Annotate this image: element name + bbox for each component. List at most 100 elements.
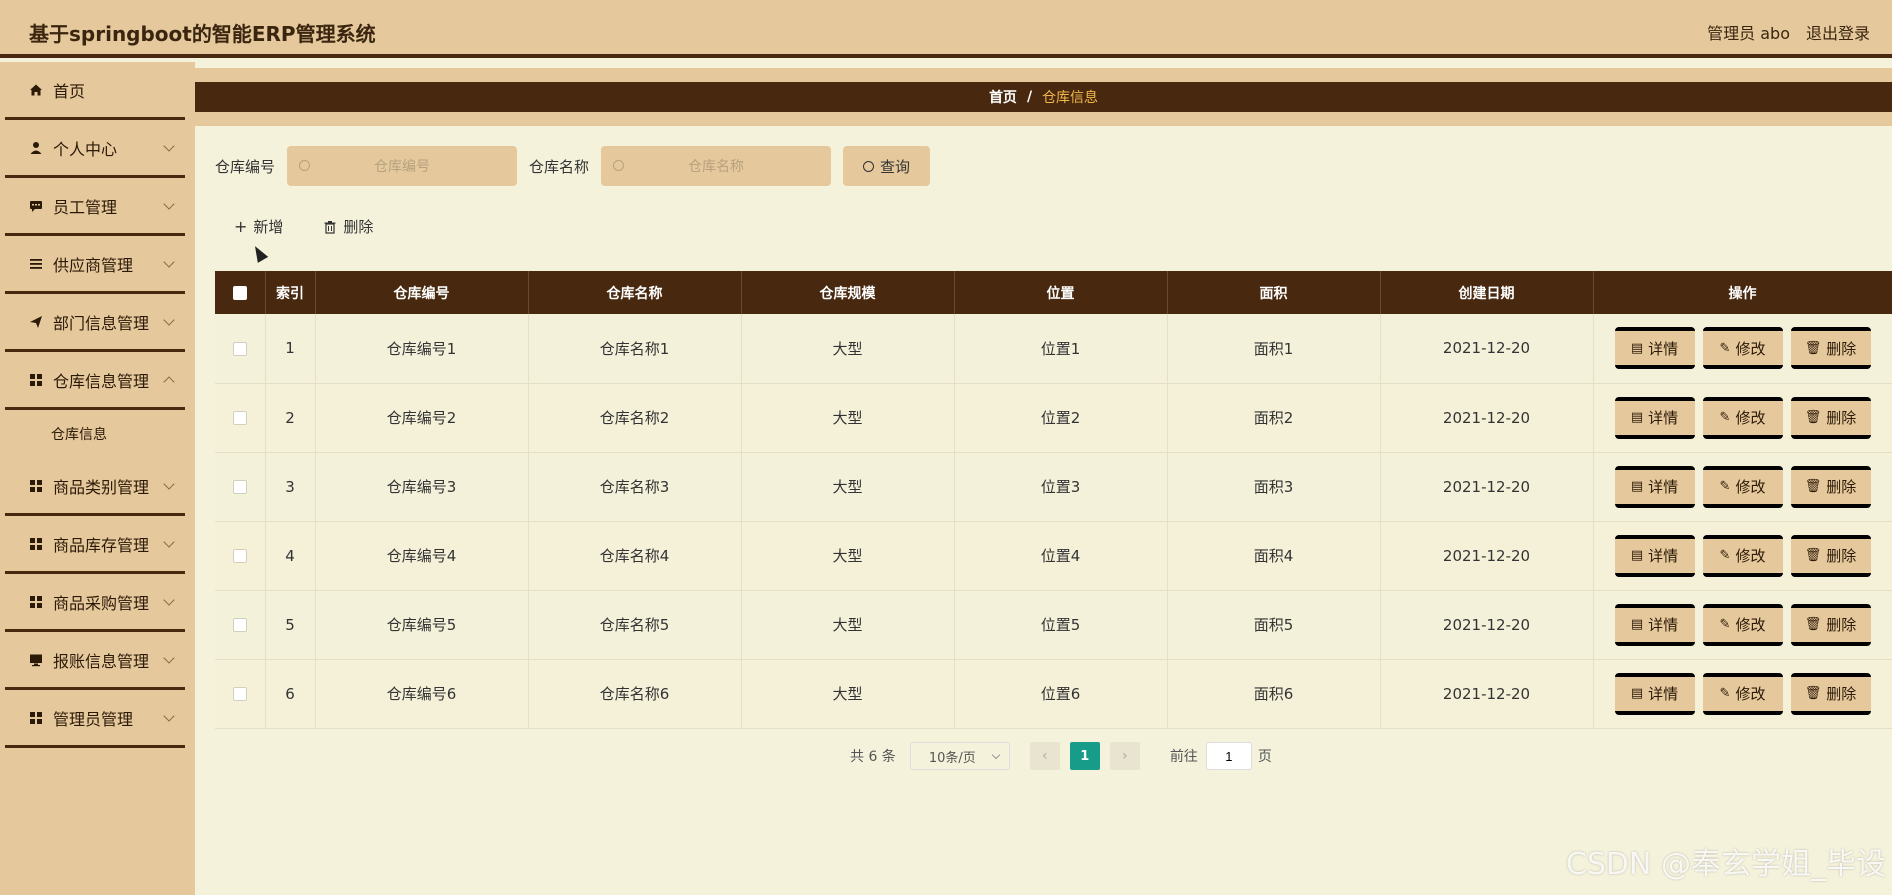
edit-button[interactable]: ✎ 修改 [1702, 465, 1783, 508]
table-cell-name: 仓库名称4 [528, 521, 742, 590]
breadcrumb-home[interactable]: 首页 [989, 87, 1017, 107]
select-all-cell[interactable] [215, 271, 266, 314]
sidebar-item-department[interactable]: 部门信息管理 [5, 294, 185, 352]
table-cell-scale: 大型 [741, 383, 955, 452]
chevron-down-icon [163, 536, 175, 548]
sidebar-item-label: 商品库存管理 [53, 535, 150, 555]
table-cell-area: 面积2 [1167, 383, 1381, 452]
delete-button[interactable]: 🗑 删除 [1790, 534, 1871, 577]
monitor-icon [30, 654, 42, 666]
warehouse-name-field[interactable] [601, 146, 832, 186]
sidebar-item-label: 管理员管理 [53, 709, 134, 729]
current-user: 管理员 abo [1707, 24, 1790, 43]
chevron-up-icon [163, 376, 175, 388]
edit-button-label: 修改 [1735, 478, 1766, 496]
prev-page-button[interactable]: ‹ [1029, 742, 1060, 770]
edit-button[interactable]: ✎ 修改 [1702, 396, 1783, 439]
detail-button[interactable]: ▤ 详情 [1614, 672, 1695, 715]
sidebar-item-admin[interactable]: 管理员管理 [5, 690, 185, 748]
detail-button[interactable]: ▤ 详情 [1614, 465, 1695, 508]
detail-button[interactable]: ▤ 详情 [1614, 327, 1695, 370]
sidebar-item-warehouse[interactable]: 仓库信息管理 [5, 352, 185, 410]
chevron-down-icon [163, 652, 175, 664]
page-size-select[interactable]: 10条/页 [909, 742, 1010, 770]
edit-button[interactable]: ✎ 修改 [1702, 672, 1783, 715]
delete-button[interactable]: 🗑 删除 [1790, 396, 1871, 439]
table-row: 5 仓库编号5 仓库名称5 大型 位置5 面积5 2021-12-20 ▤ 详情 ✎ 修改 🗑 删除 [215, 590, 1892, 659]
sidebar-item-staff[interactable]: 员工管理 [5, 178, 185, 236]
edit-button[interactable]: ✎ 修改 [1702, 327, 1783, 370]
warehouse-code-input[interactable] [287, 146, 518, 186]
sidebar-item-home[interactable]: 首页 [5, 62, 185, 120]
detail-button-label: 详情 [1648, 339, 1679, 358]
chevron-down-icon [163, 710, 175, 722]
delete-button[interactable]: 🗑 删除 [1790, 603, 1871, 646]
row-checkbox[interactable] [232, 480, 247, 494]
detail-button[interactable]: ▤ 详情 [1614, 603, 1695, 646]
pagination: 共 6 条 10条/页 ‹ 1 › 前往 页 [850, 742, 1272, 770]
sidebar-item-product-category[interactable]: 商品类别管理 [5, 458, 185, 516]
table-cell-code: 仓库编号3 [315, 452, 529, 521]
sidebar-item-personal-center[interactable]: 个人中心 [5, 120, 185, 178]
next-page-button[interactable]: › [1109, 742, 1140, 770]
table-cell-name: 仓库名称3 [528, 452, 742, 521]
row-select-cell[interactable] [215, 314, 266, 383]
table-cell-area: 面积3 [1167, 452, 1381, 521]
row-select-cell[interactable] [215, 383, 266, 452]
row-checkbox[interactable] [232, 341, 247, 356]
document-icon: ▤ [1630, 548, 1644, 563]
chevron-down-icon [163, 594, 175, 606]
warehouse-name-label: 仓库名称 [529, 157, 590, 176]
query-button[interactable]: 查询 [843, 146, 931, 186]
row-select-cell[interactable] [215, 659, 266, 728]
sidebar-item-product-stock[interactable]: 商品库存管理 [5, 516, 185, 574]
table-cell-index: 4 [265, 521, 316, 590]
detail-button[interactable]: ▤ 详情 [1614, 396, 1695, 439]
sidebar-item-expense[interactable]: 报账信息管理 [5, 632, 185, 690]
chevron-down-icon [991, 750, 1001, 759]
table-row: 4 仓库编号4 仓库名称4 大型 位置4 面积4 2021-12-20 ▤ 详情 ✎ 修改 🗑 删除 [215, 521, 1892, 590]
breadcrumb-current: 仓库信息 [1042, 90, 1099, 106]
add-button[interactable]: + 新增 [234, 216, 283, 237]
table-cell-code: 仓库编号6 [315, 659, 529, 728]
select-all-checkbox[interactable] [232, 285, 247, 300]
row-checkbox[interactable] [232, 411, 247, 425]
table-cell-date: 2021-12-20 [1380, 659, 1594, 728]
row-select-cell[interactable] [215, 452, 266, 521]
delete-button[interactable]: 🗑 删除 [1790, 672, 1871, 715]
row-select-cell[interactable] [215, 521, 266, 590]
delete-button-label: 删除 [1826, 409, 1857, 427]
row-checkbox[interactable] [232, 687, 247, 701]
table-cell-area: 面积6 [1167, 659, 1381, 728]
trash-icon: 🗑 [1804, 548, 1822, 563]
sidebar-item-supplier[interactable]: 供应商管理 [5, 236, 185, 294]
table-cell-code: 仓库编号1 [315, 314, 529, 383]
sidebar-item-label: 员工管理 [53, 197, 118, 217]
search-icon [863, 160, 875, 172]
home-icon [30, 84, 42, 95]
row-select-cell[interactable] [215, 590, 266, 659]
detail-button-label: 详情 [1648, 616, 1679, 634]
page-number-button[interactable]: 1 [1069, 742, 1100, 770]
delete-button[interactable]: 🗑 删除 [1790, 327, 1871, 370]
detail-button[interactable]: ▤ 详情 [1614, 534, 1695, 577]
query-button-label: 查询 [880, 157, 911, 176]
page-suffix: 页 [1257, 749, 1272, 765]
sidebar-item-label: 仓库信息管理 [53, 371, 150, 391]
sidebar-subitem-warehouse-info[interactable]: 仓库信息 [5, 410, 185, 458]
warehouse-name-input[interactable] [601, 146, 832, 186]
chevron-down-icon [163, 256, 175, 268]
row-checkbox[interactable] [232, 618, 247, 632]
edit-button[interactable]: ✎ 修改 [1702, 603, 1783, 646]
detail-button-label: 详情 [1648, 685, 1679, 703]
goto-page-input[interactable] [1205, 742, 1252, 770]
warehouse-code-field[interactable] [287, 146, 518, 186]
logout-link[interactable]: 退出登录 [1806, 20, 1870, 44]
batch-delete-button[interactable]: 删除 [323, 216, 373, 237]
column-header: 位置 [954, 271, 1168, 314]
pagination-total: 共 6 条 [850, 749, 896, 765]
sidebar-item-product-purchase[interactable]: 商品采购管理 [5, 574, 185, 632]
delete-button[interactable]: 🗑 删除 [1790, 465, 1871, 508]
edit-button[interactable]: ✎ 修改 [1702, 534, 1783, 577]
row-checkbox[interactable] [232, 549, 247, 563]
